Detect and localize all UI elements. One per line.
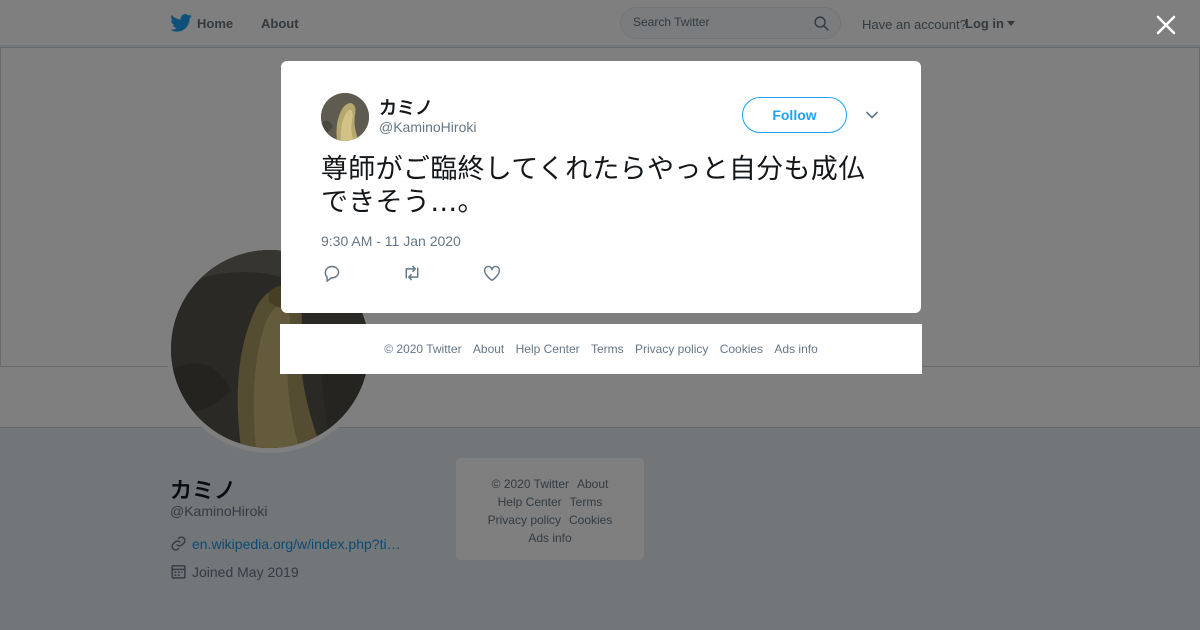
modal-footer-cookies[interactable]: Cookies	[720, 342, 763, 356]
heart-icon[interactable]	[482, 264, 502, 282]
modal-footer-help[interactable]: Help Center	[516, 342, 580, 356]
modal-footer: © 2020 Twitter About Help Center Terms P…	[280, 324, 922, 374]
tweet-avatar[interactable]	[321, 93, 369, 141]
tweet-author-handle[interactable]: @KaminoHiroki	[379, 119, 476, 135]
follow-button[interactable]: Follow	[742, 97, 847, 133]
modal-footer-ads[interactable]: Ads info	[774, 342, 817, 356]
modal-footer-about[interactable]: About	[473, 342, 504, 356]
chevron-down-icon[interactable]	[865, 108, 879, 122]
modal-footer-terms[interactable]: Terms	[591, 342, 624, 356]
reply-icon[interactable]	[322, 264, 342, 282]
tweet-timestamp[interactable]: 9:30 AM - 11 Jan 2020	[321, 233, 461, 249]
tweet-author-name[interactable]: カミノ	[379, 94, 433, 120]
tweet-text: 尊師がご臨終してくれたらやっと自分も成仏できそう…。	[321, 154, 866, 218]
retweet-icon[interactable]	[402, 264, 422, 282]
modal-footer-privacy[interactable]: Privacy policy	[635, 342, 708, 356]
cobra-avatar-icon	[321, 93, 369, 141]
tweet-card: カミノ @KaminoHiroki Follow 尊師がご臨終してくれたらやっと…	[281, 61, 921, 313]
close-icon[interactable]	[1154, 13, 1178, 37]
modal-footer-copyright: © 2020 Twitter	[384, 342, 462, 356]
